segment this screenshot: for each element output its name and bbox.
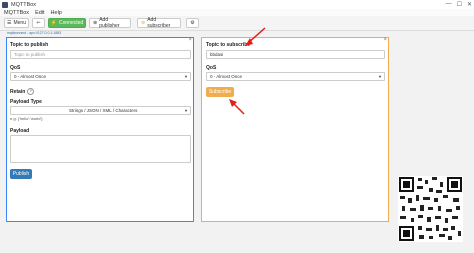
qr-pattern [398, 176, 463, 242]
qr-code-image [398, 176, 463, 242]
